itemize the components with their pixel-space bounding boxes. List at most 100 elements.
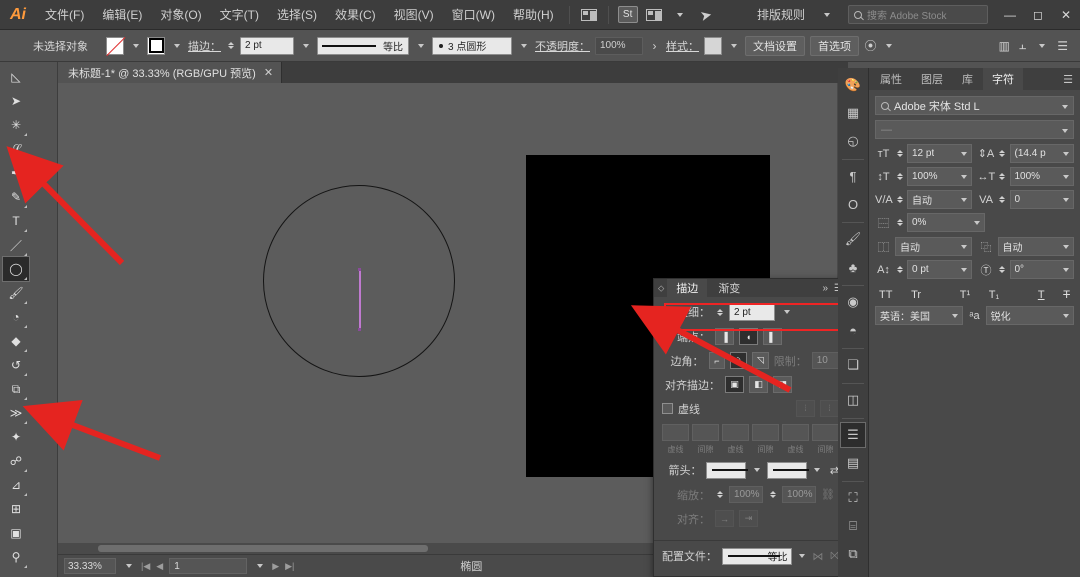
dashed-checkbox[interactable] — [662, 403, 673, 414]
arrowhead-end-chevron-icon[interactable] — [812, 461, 823, 479]
dash-field-3[interactable] — [782, 424, 809, 441]
horizontal-scale-field[interactable]: 100% — [1009, 167, 1074, 186]
anti-alias-select[interactable]: 锐化 — [985, 306, 1074, 325]
swatches-panel-icon[interactable]: ▦ — [840, 100, 866, 126]
align-chevron-icon[interactable] — [1035, 37, 1048, 55]
flip-profile-horizontal-icon[interactable]: ⋈ — [812, 550, 823, 563]
tab-layers[interactable]: 图层 — [912, 68, 952, 90]
select-similar-icon[interactable]: ⦿ — [864, 37, 877, 55]
stroke-swatch[interactable] — [147, 36, 165, 55]
tool-shape-builder[interactable]: ☍ — [3, 449, 29, 473]
mojikumi-field[interactable]: 自动 — [895, 237, 972, 256]
arrow-scale-end-field[interactable]: 100% — [782, 486, 816, 503]
arrowhead-end-field[interactable] — [766, 461, 807, 479]
artboard-number-field[interactable]: 1 — [169, 558, 248, 574]
fill-swatch[interactable] — [106, 36, 124, 55]
tool-blend[interactable]: ❧ — [3, 569, 29, 577]
dash-align-icon[interactable]: ⦙ — [820, 400, 839, 417]
baseline-shift-stepper[interactable] — [895, 262, 904, 278]
tool-rotate[interactable]: ↺ — [3, 353, 29, 377]
graphic-style-swatch[interactable] — [704, 36, 722, 55]
color-guide-panel-icon[interactable]: ◵ — [840, 128, 866, 154]
align-inside-icon[interactable]: ◧ — [749, 376, 768, 393]
symbols-panel-icon[interactable]: ♣ — [840, 254, 866, 280]
brush-chevron-icon[interactable] — [517, 37, 530, 55]
workspace-chevron-icon[interactable] — [667, 4, 693, 26]
tab-properties[interactable]: 属性 — [871, 68, 911, 90]
align-center-icon[interactable]: ▣ — [725, 376, 744, 393]
kerning-stepper[interactable] — [895, 192, 904, 208]
tool-curvature[interactable]: ✎ — [3, 185, 29, 209]
font-size-stepper[interactable] — [895, 146, 904, 162]
tab-gradient[interactable]: 渐变 — [709, 279, 749, 297]
small-caps-button[interactable]: Tr — [909, 289, 923, 301]
opacity-field[interactable]: 100% — [595, 36, 643, 55]
document-setup-button[interactable]: 文档设置 — [745, 35, 805, 56]
tool-ellipse[interactable]: ◯ — [2, 256, 30, 282]
share-icon[interactable]: ➤ — [691, 1, 721, 28]
color-panel-icon[interactable]: 🎨 — [840, 72, 866, 98]
all-caps-button[interactable]: TT — [877, 289, 894, 301]
tool-paintbrush[interactable]: 🖌 — [3, 281, 29, 305]
last-artboard-button[interactable]: ▶| — [285, 561, 294, 572]
projecting-cap-icon[interactable]: ▌ — [763, 328, 782, 345]
pathfinder-panel-icon[interactable]: ❏ — [840, 352, 866, 378]
tool-gradient[interactable]: ▣ — [3, 521, 29, 545]
miter-limit-field[interactable]: 10 — [811, 352, 840, 369]
stroke-weight-chevron-icon[interactable] — [299, 37, 312, 55]
character-rotation-stepper[interactable] — [998, 262, 1007, 278]
style-chevron-icon[interactable] — [727, 37, 740, 55]
tsume-field[interactable]: 0% — [907, 213, 985, 232]
weight-field[interactable]: 2 pt — [729, 303, 775, 321]
zoom-level-field[interactable]: 33.33% — [64, 558, 116, 574]
weight-stepper[interactable] — [715, 304, 724, 320]
tool-direct-selection[interactable]: ➤ — [3, 89, 29, 113]
first-artboard-button[interactable]: |◀ — [141, 561, 150, 572]
tab-character[interactable]: 字符 — [983, 68, 1023, 90]
tool-selection[interactable]: ◺ — [3, 65, 29, 89]
font-style-select[interactable]: — — [875, 120, 1074, 139]
prev-artboard-button[interactable]: ◀ — [156, 561, 163, 572]
stroke-profile-field[interactable]: 等比 — [317, 36, 409, 55]
tool-mesh[interactable]: ⊞ — [3, 497, 29, 521]
menu-object[interactable]: 对象(O) — [151, 0, 210, 30]
align-panel-icon[interactable]: ☰ — [840, 422, 866, 448]
preferences-button[interactable]: 首选项 — [810, 35, 859, 56]
stock-button[interactable]: St — [615, 4, 641, 26]
menu-select[interactable]: 选择(S) — [268, 0, 326, 30]
menu-type[interactable]: 文字(T) — [211, 0, 268, 30]
kerning-field[interactable]: 自动 — [907, 190, 972, 209]
miter-join-icon[interactable]: ⌐ — [708, 352, 726, 369]
panel-collapse-icon[interactable]: » — [822, 283, 828, 294]
artboard-chevron-icon[interactable] — [253, 557, 266, 575]
stroke-profile-chevron-icon[interactable] — [414, 37, 427, 55]
weight-chevron-icon[interactable] — [780, 303, 793, 321]
align-outside-icon[interactable]: ◨ — [773, 376, 792, 393]
appearance-panel-icon[interactable]: ◉ — [840, 289, 866, 315]
next-artboard-button[interactable]: ▶ — [272, 561, 279, 572]
font-family-chevron-icon[interactable] — [1062, 100, 1068, 112]
stroke-weight-field[interactable]: 2 pt — [240, 36, 294, 55]
select-similar-chevron-icon[interactable] — [882, 37, 895, 55]
font-size-field[interactable]: 12 pt — [907, 144, 972, 163]
anchor-point-bottom[interactable] — [358, 328, 361, 331]
panel-menu-icon[interactable]: ☰ — [1057, 39, 1068, 53]
underline-button[interactable]: T — [1036, 289, 1047, 301]
character-panel-menu-icon[interactable]: ☰ — [1063, 73, 1078, 86]
gap-field-1[interactable] — [692, 424, 719, 441]
transform-panel-icon[interactable]: ⛶ — [840, 485, 866, 511]
gap-field-2[interactable] — [752, 424, 779, 441]
butt-cap-icon[interactable]: ▐ — [715, 328, 734, 345]
tracking-stepper[interactable] — [998, 192, 1007, 208]
menu-effect[interactable]: 效果(C) — [326, 0, 385, 30]
strikethrough-button[interactable]: T — [1061, 289, 1072, 301]
align-objects-icon[interactable]: ⫠ — [1019, 38, 1026, 53]
tool-pen[interactable]: ✒ — [3, 161, 29, 185]
dash-field-1[interactable] — [662, 424, 689, 441]
tool-scale[interactable]: ⧉ — [3, 377, 29, 401]
menu-window[interactable]: 窗口(W) — [443, 0, 504, 30]
tool-width[interactable]: ≫ — [3, 401, 29, 425]
link-scale-icon[interactable]: ⛓ — [821, 488, 835, 501]
document-tab[interactable]: 未标题-1* @ 33.33% (RGB/GPU 预览) ✕ — [58, 62, 283, 83]
dash-preserve-icon[interactable]: ⦙ — [796, 400, 815, 417]
